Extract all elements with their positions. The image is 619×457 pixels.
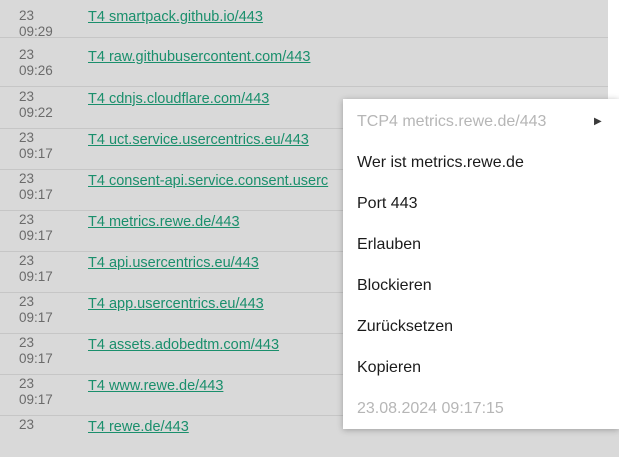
- row-date: 23 09:17: [19, 130, 79, 162]
- row-link[interactable]: T4 raw.githubusercontent.com/443: [88, 48, 310, 66]
- row-day: 23: [19, 130, 35, 145]
- row-day: 23: [19, 335, 35, 350]
- triangle-right-icon: ▶: [594, 116, 602, 127]
- row-time: 09:17: [19, 146, 53, 161]
- row-time: 09:29: [19, 24, 53, 39]
- row-day: 23: [19, 171, 35, 186]
- row-link[interactable]: T4 metrics.rewe.de/443: [88, 213, 240, 231]
- row-day: 23: [19, 376, 35, 391]
- row-day: 23: [19, 417, 35, 432]
- row-date: 23 09:17: [19, 376, 79, 408]
- menu-item-reset[interactable]: Zurücksetzen: [357, 307, 619, 347]
- row-day: 23: [19, 8, 35, 23]
- row-date: 23 09:17: [19, 212, 79, 244]
- row-day: 23: [19, 47, 35, 62]
- row-time: 09:17: [19, 392, 53, 407]
- row-link[interactable]: T4 consent-api.service.consent.userc: [88, 172, 328, 190]
- row-link[interactable]: T4 cdnjs.cloudflare.com/443: [88, 90, 269, 108]
- row-date: 23 09:17: [19, 335, 79, 367]
- row-day: 23: [19, 294, 35, 309]
- menu-header-label: TCP4 metrics.rewe.de/443: [357, 113, 547, 130]
- menu-item-port[interactable]: Port 443: [357, 184, 619, 224]
- row-time: 09:22: [19, 105, 53, 120]
- row-date: 23 09:17: [19, 171, 79, 203]
- row-date: 23 09:17: [19, 294, 79, 326]
- row-link[interactable]: T4 uct.service.usercentrics.eu/443: [88, 131, 309, 149]
- row-link[interactable]: T4 app.usercentrics.eu/443: [88, 295, 264, 313]
- row-day: 23: [19, 253, 35, 268]
- row-time: 09:17: [19, 187, 53, 202]
- row-time: 09:26: [19, 63, 53, 78]
- menu-header[interactable]: TCP4 metrics.rewe.de/443 ▶: [357, 102, 619, 142]
- row-date: 23 09:22: [19, 89, 79, 121]
- row-day: 23: [19, 212, 35, 227]
- row-time: 09:17: [19, 310, 53, 325]
- menu-item-whois[interactable]: Wer ist metrics.rewe.de: [357, 143, 619, 183]
- row-time: 09:17: [19, 351, 53, 366]
- context-menu: TCP4 metrics.rewe.de/443 ▶ Wer ist metri…: [343, 99, 619, 429]
- log-row[interactable]: 23 09:26 T4 raw.githubusercontent.com/44…: [0, 47, 608, 87]
- menu-timestamp: 23.08.2024 09:17:15: [357, 400, 504, 417]
- row-link[interactable]: T4 api.usercentrics.eu/443: [88, 254, 259, 272]
- row-date: 23 09:26: [19, 47, 79, 79]
- row-day: 23: [19, 89, 35, 104]
- row-time: 09:17: [19, 228, 53, 243]
- menu-item-allow[interactable]: Erlauben: [357, 225, 619, 265]
- row-date: 23 09:17: [19, 253, 79, 285]
- menu-item-copy[interactable]: Kopieren: [357, 348, 619, 388]
- row-link[interactable]: T4 assets.adobedtm.com/443: [88, 336, 279, 354]
- row-link[interactable]: T4 rewe.de/443: [88, 418, 189, 436]
- row-date: 23: [19, 417, 79, 433]
- row-date: 23 09:29: [19, 8, 79, 40]
- row-link[interactable]: T4 www.rewe.de/443: [88, 377, 223, 395]
- log-row[interactable]: 23 09:29 T4 smartpack.github.io/443: [0, 0, 608, 40]
- menu-item-block[interactable]: Blockieren: [357, 266, 619, 306]
- row-link[interactable]: T4 smartpack.github.io/443: [88, 8, 263, 26]
- row-time: 09:17: [19, 269, 53, 284]
